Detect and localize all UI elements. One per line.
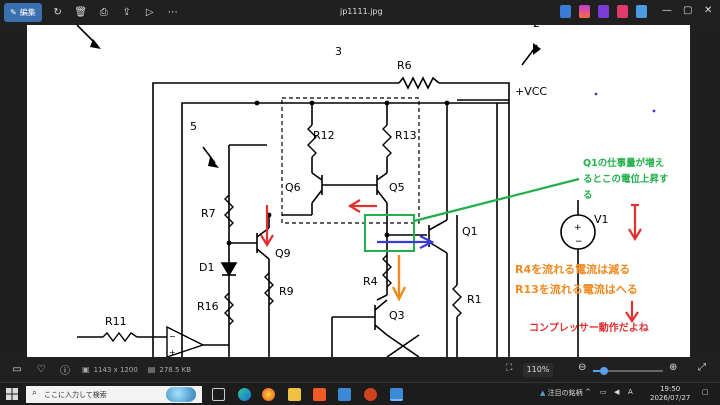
edge-icon[interactable] <box>238 388 251 401</box>
fullscreen-icon[interactable]: ⤢ <box>698 362 706 373</box>
app-shortcut-icon[interactable] <box>617 5 628 18</box>
edit-button[interactable]: ✎ 編集 <box>4 3 42 22</box>
app-icon[interactable] <box>364 388 377 401</box>
label-r9: R9 <box>279 285 294 298</box>
clock-date: 2026/07/27 <box>650 394 691 402</box>
volume-icon[interactable]: ◀ <box>614 388 619 396</box>
news-text: 注目の銘柄 <box>547 389 583 397</box>
circuit-diagram: 1 2 3 5 R6 +VCC R12 R13 Q6 Q5 R7 Q9 D1 R… <box>76 25 669 357</box>
app-shortcut-icon[interactable] <box>636 5 647 18</box>
info-icon[interactable]: ⓘ <box>58 362 72 377</box>
clock[interactable]: 19:50 2026/07/27 <box>650 385 690 403</box>
label-r4: R4 <box>363 275 378 288</box>
app-shortcuts <box>560 5 647 18</box>
label-d1: D1 <box>199 261 214 274</box>
image-size-icon: ▣ <box>82 365 90 374</box>
search-highlight-icon <box>166 387 196 402</box>
top-toolbar: ✎ 編集 ↻ 🗑 ⎙ ⇪ ▷ ⋯ jp1111.jpg — ▢ ✕ <box>0 0 720 25</box>
label-r13: R13 <box>395 129 417 142</box>
label-2: 2 <box>533 25 540 30</box>
delete-icon[interactable]: 🗑 <box>74 6 88 20</box>
label-5: 5 <box>190 120 197 133</box>
zoom-in-icon[interactable]: ⊕ <box>669 362 677 373</box>
note-orange-line1: R4を流れる電流は減る <box>515 262 630 276</box>
taskbar: ⌕ ここに入力して検索 ▲ 注目の銘柄 ^ ▭ ◀ A 19:50 2026/0… <box>0 382 720 405</box>
label-r6: R6 <box>397 59 412 72</box>
notification-icon[interactable]: ▢ <box>702 388 709 396</box>
fit-icon[interactable]: ⛶ <box>506 363 512 373</box>
label-r1: R1 <box>467 293 482 306</box>
minimize-icon[interactable]: — <box>662 5 672 16</box>
label-v1: V1 <box>594 213 609 226</box>
label-r16: R16 <box>197 300 219 313</box>
svg-text:−: − <box>575 237 583 247</box>
zoom-out-icon[interactable]: ⊖ <box>578 362 586 373</box>
label-q3: Q3 <box>389 309 405 322</box>
photo-viewer-window: ✎ 編集 ↻ 🗑 ⎙ ⇪ ▷ ⋯ jp1111.jpg — ▢ ✕ 3 5 R6… <box>0 0 720 382</box>
svg-text:+: + <box>574 223 582 233</box>
taskbar-search[interactable]: ⌕ ここに入力して検索 <box>26 386 202 403</box>
filmstrip-icon[interactable]: ▭ <box>10 364 24 375</box>
svg-text:+: + <box>169 348 176 357</box>
label-q9: Q9 <box>275 247 291 260</box>
ime-icon[interactable]: A <box>628 388 633 396</box>
photos-app-icon[interactable] <box>390 388 403 401</box>
firefox-icon[interactable] <box>262 388 275 401</box>
more-icon[interactable]: ⋯ <box>166 6 180 20</box>
rotate-icon[interactable]: ↻ <box>51 6 65 20</box>
app-icon[interactable] <box>338 388 351 401</box>
news-icon: ▲ <box>540 389 546 397</box>
zoom-level: 110% <box>526 365 550 374</box>
close-icon[interactable]: ✕ <box>704 5 712 16</box>
zoom-slider-thumb[interactable] <box>600 367 608 375</box>
note-green-line3: る <box>583 190 593 201</box>
note-green-line2: るとこの電位上昇す <box>583 173 669 185</box>
print-icon[interactable]: ⎙ <box>97 6 111 20</box>
task-view-icon[interactable] <box>212 388 225 401</box>
brave-icon[interactable] <box>313 388 326 401</box>
label-vcc: +VCC <box>515 85 547 98</box>
search-icon: ⌕ <box>32 388 38 398</box>
edit-label: 編集 <box>19 8 36 17</box>
label-r11: R11 <box>105 315 127 328</box>
label-q5: Q5 <box>389 181 405 194</box>
search-placeholder: ここに入力して検索 <box>44 390 107 399</box>
file-explorer-icon[interactable] <box>288 388 301 401</box>
note-green-line1: Q1の仕事量が増え <box>583 157 664 169</box>
label-q6: Q6 <box>285 181 301 194</box>
windows-start-icon[interactable] <box>6 388 18 400</box>
file-size: 278.5 KB <box>159 365 192 374</box>
app-shortcut-icon[interactable] <box>579 5 590 18</box>
app-shortcut-icon[interactable] <box>560 5 571 18</box>
share-icon[interactable]: ⇪ <box>120 6 134 20</box>
svg-text:−: − <box>169 332 176 341</box>
news-widget[interactable]: ▲ 注目の銘柄 <box>540 388 583 398</box>
label-r7: R7 <box>201 207 216 220</box>
image-dimensions: 1143 x 1200 <box>93 365 138 374</box>
label-r12: R12 <box>313 129 335 142</box>
file-title: jp1111.jpg <box>340 7 383 16</box>
clock-time: 19:50 <box>660 385 681 393</box>
edit-icon: ✎ <box>10 8 17 17</box>
maximize-icon[interactable]: ▢ <box>683 5 692 16</box>
network-icon[interactable]: ▭ <box>600 388 607 396</box>
zoom-slider[interactable] <box>593 367 663 375</box>
app-shortcut-icon[interactable] <box>598 5 609 18</box>
note-orange-line2: R13を流れる電流はへる <box>515 282 638 296</box>
slideshow-icon[interactable]: ▷ <box>143 6 157 20</box>
zoom-dropdown[interactable]: 110% <box>523 363 553 377</box>
favorite-icon[interactable]: ♡ <box>34 364 48 375</box>
label-3: 3 <box>335 45 342 58</box>
tray-chevron-icon[interactable]: ^ <box>585 388 591 396</box>
label-q1: Q1 <box>462 225 478 238</box>
file-size-icon: ▤ <box>147 365 156 374</box>
note-red: コンプレッサー動作だよね <box>529 321 649 334</box>
image-canvas[interactable]: 1 2 3 5 R6 +VCC R12 R13 Q6 Q5 R7 Q9 D1 R… <box>27 25 690 357</box>
label-1: 1 <box>79 25 86 26</box>
